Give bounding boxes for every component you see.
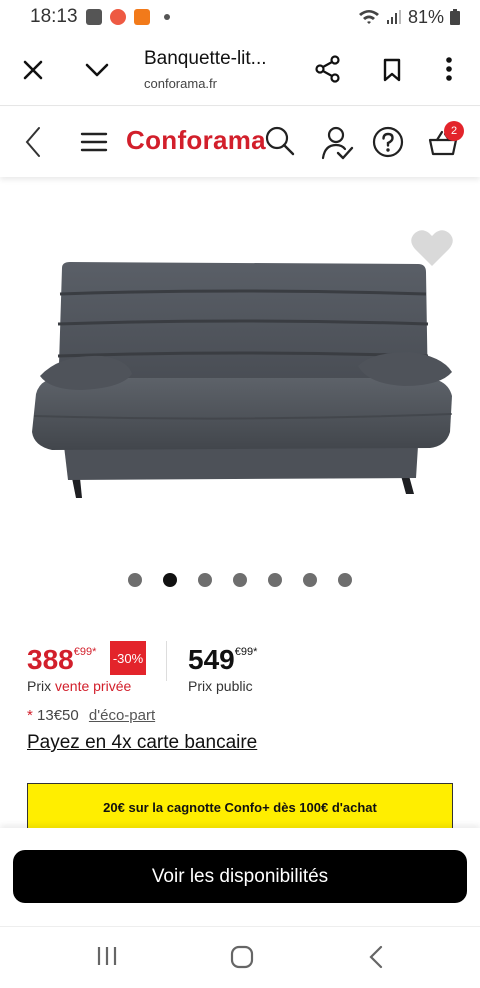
sale-price-main: 388	[27, 644, 74, 675]
home-icon	[230, 945, 254, 969]
page-url: conforama.fr	[144, 76, 217, 91]
public-price: 549€99*	[188, 644, 257, 676]
recent-apps-icon	[97, 947, 117, 965]
public-price-cents: €99*	[234, 646, 258, 658]
app-notification-icon	[109, 9, 126, 25]
carousel-dot-active[interactable]	[163, 573, 177, 587]
recent-apps-button[interactable]	[96, 945, 118, 967]
public-price-label: Prix public	[188, 678, 253, 694]
image-carousel-dots	[128, 573, 352, 587]
more-options-button[interactable]	[434, 54, 464, 84]
close-tab-button[interactable]	[18, 55, 48, 85]
status-time: 18:13	[30, 6, 78, 27]
system-back-button[interactable]	[368, 945, 384, 969]
carousel-dot[interactable]	[338, 573, 352, 587]
carousel-dot[interactable]	[303, 573, 317, 587]
home-button[interactable]	[230, 945, 254, 969]
more-notifications-icon	[163, 14, 170, 20]
product-page: 18:13 81% Banquette-lit... conforama.fr	[0, 0, 480, 988]
eco-participation: * 13€50 d'éco-part	[27, 707, 155, 724]
sale-price-label: Prix vente privée	[27, 678, 131, 694]
eco-part-link[interactable]: d'éco-part	[89, 707, 155, 724]
promo-banner: 20€ sur la cagnotte Confo+ dès 100€ d'ac…	[27, 783, 453, 831]
cart-button[interactable]: 2	[428, 121, 464, 157]
share-button[interactable]	[313, 54, 343, 84]
chevron-down-icon	[85, 63, 109, 77]
battery-percent: 81%	[407, 6, 444, 27]
sofa-bed-image	[32, 262, 453, 498]
gallery-notification-icon	[85, 9, 102, 25]
sale-label-prefix: Prix	[27, 678, 55, 694]
page-title: Banquette-lit...	[144, 48, 267, 69]
back-arrow-icon	[369, 945, 383, 969]
help-icon	[372, 126, 404, 158]
sticky-cta-bar: Voir les disponibilités	[0, 828, 480, 926]
carousel-dot[interactable]	[268, 573, 282, 587]
system-navigation-bar	[0, 926, 480, 988]
sale-price: 388€99*	[27, 644, 96, 676]
carousel-dot[interactable]	[198, 573, 212, 587]
menu-icon	[80, 132, 108, 152]
product-image[interactable]	[0, 210, 480, 530]
close-icon	[23, 60, 43, 80]
eco-asterisk: *	[27, 707, 33, 724]
account-button[interactable]	[320, 125, 354, 161]
sale-price-cents: €99*	[73, 646, 97, 658]
help-button[interactable]	[372, 126, 404, 158]
sale-label-highlight: vente privée	[55, 678, 132, 694]
price-block: 388€99* -30% 549€99* Prix vente privée P…	[27, 638, 467, 698]
tab-title-block: Banquette-lit... conforama.fr	[144, 48, 267, 91]
signal-icon	[386, 10, 401, 24]
discount-badge: -30%	[110, 641, 146, 675]
minimize-tab-button[interactable]	[82, 55, 112, 85]
site-header: Conforama 2	[0, 107, 480, 177]
wifi-icon	[358, 10, 379, 24]
price-divider	[166, 641, 167, 681]
more-vertical-icon	[446, 57, 452, 81]
carousel-dot[interactable]	[128, 573, 142, 587]
bookmark-button[interactable]	[377, 55, 407, 85]
account-icon	[321, 126, 354, 160]
share-icon	[315, 55, 340, 83]
carousel-dot[interactable]	[233, 573, 247, 587]
bookmark-icon	[383, 58, 401, 82]
search-icon	[265, 126, 295, 156]
eco-amount: 13€50	[37, 707, 79, 724]
back-button[interactable]	[20, 125, 46, 159]
temu-notification-icon	[133, 9, 150, 25]
battery-icon	[450, 9, 460, 25]
add-to-favorites-button[interactable]	[410, 228, 454, 273]
status-bar: 18:13 81%	[0, 0, 480, 34]
public-price-main: 549	[188, 644, 235, 675]
cart-count-badge: 2	[444, 121, 464, 141]
browser-tab-bar: Banquette-lit... conforama.fr	[0, 34, 480, 106]
check-availability-button[interactable]: Voir les disponibilités	[13, 850, 467, 903]
conforama-logo[interactable]: Conforama	[126, 125, 266, 156]
search-button[interactable]	[264, 125, 296, 157]
installment-payment-link[interactable]: Payez en 4x carte bancaire	[27, 732, 257, 754]
chevron-left-icon	[25, 127, 40, 157]
menu-button[interactable]	[80, 131, 108, 153]
heart-icon	[411, 230, 453, 266]
